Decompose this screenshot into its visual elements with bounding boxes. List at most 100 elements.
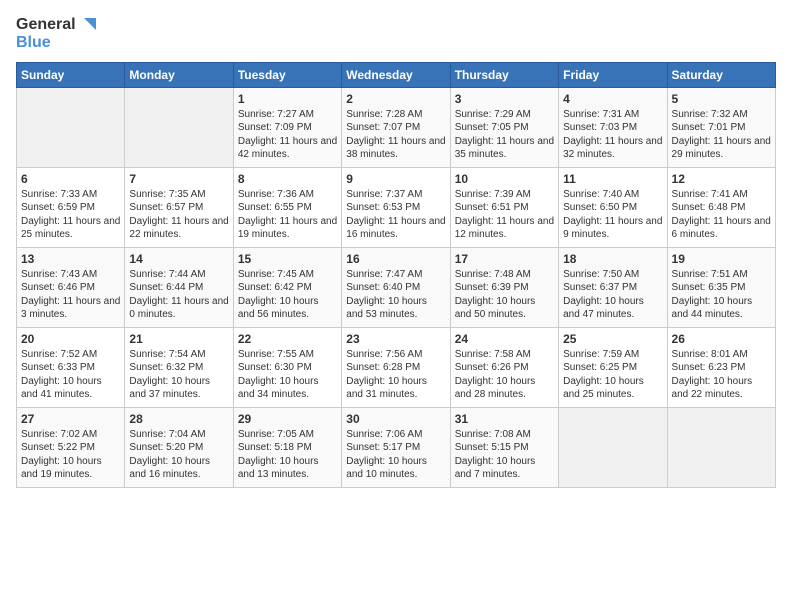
day-cell: 3 Sunrise: 7:29 AMSunset: 7:05 PMDaylight… [450,87,558,167]
day-info: Sunrise: 7:55 AMSunset: 6:30 PMDaylight:… [238,348,337,402]
logo-triangle-icon [78,16,96,34]
day-cell: 26Sunrise: 8:01 AMSunset: 6:23 PMDayligh… [667,327,775,407]
day-cell: 7 Sunrise: 7:35 AMSunset: 6:57 PMDaylight… [125,167,233,247]
day-cell: 11 Sunrise: 7:40 AMSunset: 6:50 PMDayligh… [559,167,667,247]
day-cell: 14 Sunrise: 7:44 AMSunset: 6:44 PMDayligh… [125,247,233,327]
day-cell: 25Sunrise: 7:59 AMSunset: 6:25 PMDayligh… [559,327,667,407]
day-cell: 23Sunrise: 7:56 AMSunset: 6:28 PMDayligh… [342,327,450,407]
day-number: 17 [455,252,554,266]
day-info: Sunrise: 7:27 AMSunset: 7:09 PMDaylight:… [238,108,337,162]
week-row-5: 27 Sunrise: 7:02 AMSunset: 5:22 PMDayligh… [17,407,776,487]
week-row-1: 1 Sunrise: 7:27 AMSunset: 7:09 PMDaylight… [17,87,776,167]
col-header-wednesday: Wednesday [342,62,450,87]
day-cell: 9 Sunrise: 7:37 AMSunset: 6:53 PMDaylight… [342,167,450,247]
week-row-4: 20 Sunrise: 7:52 AMSunset: 6:33 PMDayligh… [17,327,776,407]
day-number: 30 [346,412,445,426]
week-row-3: 13 Sunrise: 7:43 AMSunset: 6:46 PMDayligh… [17,247,776,327]
day-cell [559,407,667,487]
day-info: Sunrise: 7:32 AMSunset: 7:01 PMDaylight:… [672,108,771,162]
page: General Blue SundayMondayTuesdayWednesda… [0,0,792,498]
day-cell: 16Sunrise: 7:47 AMSunset: 6:40 PMDayligh… [342,247,450,327]
day-cell: 22 Sunrise: 7:55 AMSunset: 6:30 PMDayligh… [233,327,341,407]
day-info: Sunrise: 7:28 AMSunset: 7:07 PMDaylight:… [346,108,445,162]
day-number: 26 [672,332,771,346]
day-number: 16 [346,252,445,266]
day-cell [17,87,125,167]
day-info: Sunrise: 7:33 AMSunset: 6:59 PMDaylight:… [21,188,120,242]
day-cell: 27 Sunrise: 7:02 AMSunset: 5:22 PMDayligh… [17,407,125,487]
day-cell: 17Sunrise: 7:48 AMSunset: 6:39 PMDayligh… [450,247,558,327]
day-info: Sunrise: 7:39 AMSunset: 6:51 PMDaylight:… [455,188,554,242]
col-header-sunday: Sunday [17,62,125,87]
day-number: 6 [21,172,120,186]
day-number: 15 [238,252,337,266]
day-number: 13 [21,252,120,266]
day-number: 22 [238,332,337,346]
day-number: 7 [129,172,228,186]
day-cell: 15 Sunrise: 7:45 AMSunset: 6:42 PMDayligh… [233,247,341,327]
day-info: Sunrise: 7:08 AMSunset: 5:15 PMDaylight:… [455,428,554,482]
day-number: 8 [238,172,337,186]
day-cell: 4 Sunrise: 7:31 AMSunset: 7:03 PMDaylight… [559,87,667,167]
day-cell: 29 Sunrise: 7:05 AMSunset: 5:18 PMDayligh… [233,407,341,487]
header-row: SundayMondayTuesdayWednesdayThursdayFrid… [17,62,776,87]
logo-text: General Blue [16,16,96,52]
col-header-friday: Friday [559,62,667,87]
day-info: Sunrise: 7:54 AMSunset: 6:32 PMDaylight:… [129,348,228,402]
col-header-tuesday: Tuesday [233,62,341,87]
day-number: 11 [563,172,662,186]
day-number: 18 [563,252,662,266]
day-info: Sunrise: 7:50 AMSunset: 6:37 PMDaylight:… [563,268,662,322]
day-info: Sunrise: 7:43 AMSunset: 6:46 PMDaylight:… [21,268,120,322]
header: General Blue [16,16,776,52]
logo: General Blue [16,16,96,52]
day-info: Sunrise: 7:31 AMSunset: 7:03 PMDaylight:… [563,108,662,162]
day-number: 9 [346,172,445,186]
day-cell: 2Sunrise: 7:28 AMSunset: 7:07 PMDaylight… [342,87,450,167]
day-cell: 5 Sunrise: 7:32 AMSunset: 7:01 PMDaylight… [667,87,775,167]
day-info: Sunrise: 7:29 AMSunset: 7:05 PMDaylight:… [455,108,554,162]
col-header-thursday: Thursday [450,62,558,87]
day-number: 25 [563,332,662,346]
day-info: Sunrise: 7:52 AMSunset: 6:33 PMDaylight:… [21,348,120,402]
day-cell: 21 Sunrise: 7:54 AMSunset: 6:32 PMDayligh… [125,327,233,407]
day-number: 4 [563,92,662,106]
day-info: Sunrise: 7:51 AMSunset: 6:35 PMDaylight:… [672,268,771,322]
day-info: Sunrise: 7:05 AMSunset: 5:18 PMDaylight:… [238,428,337,482]
day-cell: 31 Sunrise: 7:08 AMSunset: 5:15 PMDayligh… [450,407,558,487]
day-number: 23 [346,332,445,346]
day-number: 19 [672,252,771,266]
day-cell: 20 Sunrise: 7:52 AMSunset: 6:33 PMDayligh… [17,327,125,407]
day-cell: 30Sunrise: 7:06 AMSunset: 5:17 PMDayligh… [342,407,450,487]
day-cell: 18 Sunrise: 7:50 AMSunset: 6:37 PMDayligh… [559,247,667,327]
day-number: 5 [672,92,771,106]
day-number: 31 [455,412,554,426]
day-number: 21 [129,332,228,346]
day-cell: 19 Sunrise: 7:51 AMSunset: 6:35 PMDayligh… [667,247,775,327]
day-number: 3 [455,92,554,106]
day-number: 1 [238,92,337,106]
day-info: Sunrise: 7:40 AMSunset: 6:50 PMDaylight:… [563,188,662,242]
day-cell [125,87,233,167]
week-row-2: 6 Sunrise: 7:33 AMSunset: 6:59 PMDaylight… [17,167,776,247]
logo-general: General [16,16,76,34]
day-cell: 1 Sunrise: 7:27 AMSunset: 7:09 PMDaylight… [233,87,341,167]
day-info: Sunrise: 7:58 AMSunset: 6:26 PMDaylight:… [455,348,554,402]
day-number: 20 [21,332,120,346]
day-info: Sunrise: 7:04 AMSunset: 5:20 PMDaylight:… [129,428,228,482]
day-info: Sunrise: 7:37 AMSunset: 6:53 PMDaylight:… [346,188,445,242]
day-number: 29 [238,412,337,426]
day-cell: 6 Sunrise: 7:33 AMSunset: 6:59 PMDaylight… [17,167,125,247]
col-header-monday: Monday [125,62,233,87]
day-info: Sunrise: 7:35 AMSunset: 6:57 PMDaylight:… [129,188,228,242]
day-info: Sunrise: 7:45 AMSunset: 6:42 PMDaylight:… [238,268,337,322]
day-number: 14 [129,252,228,266]
day-number: 10 [455,172,554,186]
day-cell: 24Sunrise: 7:58 AMSunset: 6:26 PMDayligh… [450,327,558,407]
day-number: 27 [21,412,120,426]
day-info: Sunrise: 7:02 AMSunset: 5:22 PMDaylight:… [21,428,120,482]
day-cell: 10 Sunrise: 7:39 AMSunset: 6:51 PMDayligh… [450,167,558,247]
day-cell: 13 Sunrise: 7:43 AMSunset: 6:46 PMDayligh… [17,247,125,327]
day-info: Sunrise: 7:41 AMSunset: 6:48 PMDaylight:… [672,188,771,242]
day-info: Sunrise: 7:44 AMSunset: 6:44 PMDaylight:… [129,268,228,322]
